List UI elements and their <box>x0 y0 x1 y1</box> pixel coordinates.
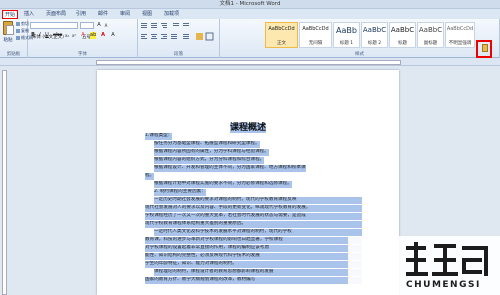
style-preview: AaBbCcDd <box>446 26 474 32</box>
watermark-logo: CHUMENGSI <box>348 236 500 295</box>
doc-line: 根据课程设计、开发和管理的主体不同，分为国家课程、地方课程和校本课 <box>154 165 306 172</box>
doc-line: 程。 <box>145 173 155 180</box>
shrink-font-icon[interactable]: A <box>103 22 109 29</box>
align-left-icon[interactable] <box>141 34 147 39</box>
char-shading-icon[interactable]: A <box>110 32 116 39</box>
doc-line: 2. 制约课程的主要因素： <box>154 189 206 196</box>
strikethrough-icon[interactable]: abc <box>53 32 62 39</box>
style-name: 正文 <box>277 41 286 46</box>
doc-line: 现代社会发展对人的要求以及内容、手段的更新变化，纵观现代学校教育的发展， <box>145 205 362 212</box>
document-title: 课程概述 <box>97 120 399 133</box>
font-color-icon[interactable]: A <box>100 32 106 39</box>
increase-indent-icon[interactable] <box>183 23 189 26</box>
subscript-icon[interactable]: x₂ <box>64 32 70 39</box>
doc-line: 按任务分为基础型课程、拓展型课程和研究型课程。 <box>154 141 260 148</box>
doc-line: 能性、知识结构的完整性，必须反映现代科学技术的发展 <box>145 253 362 260</box>
style-heading-2[interactable]: AaBbC 标题 2 <box>361 22 388 48</box>
tab-references[interactable]: 引用 <box>74 10 88 19</box>
brush-icon <box>16 36 20 40</box>
doc-line: 一定历史时期社会发展的要求对课程的制约，现代的学校教育课程反映 <box>154 197 362 204</box>
style-name: 不明显强调 <box>448 41 472 46</box>
style-name: 无间隔 <box>308 41 323 46</box>
tab-review[interactable]: 审阅 <box>118 10 132 19</box>
center-icon[interactable] <box>151 34 157 39</box>
doc-line: 国家的教育方针、教学大纲规划课程的改革，教材编写 <box>145 277 362 284</box>
style-preview: AaBbCcDd <box>302 26 329 32</box>
title-bar: 文档1 - Microsoft Word <box>0 0 500 9</box>
paper-icon <box>6 25 14 35</box>
font-name-box[interactable]: 宋体 (中文正文) <box>30 22 78 40</box>
justify-icon[interactable] <box>171 34 177 39</box>
style-name: 副标题 <box>423 41 438 46</box>
style-title[interactable]: AaBbC 标题 <box>389 22 416 48</box>
decrease-indent-icon[interactable] <box>173 23 179 26</box>
text-effects-icon[interactable]: A <box>80 32 86 39</box>
style-name: 标题 <box>398 41 407 46</box>
bold-icon[interactable]: B <box>30 32 36 39</box>
paragraph-tools <box>141 23 214 41</box>
horizontal-ruler[interactable] <box>96 60 401 65</box>
highlight-icon[interactable]: ab <box>90 32 96 39</box>
scissors-icon <box>16 22 20 26</box>
doc-line: 根据课程计划中对课程实施的要求不同，分为必修课程和选修课程。 <box>154 181 292 188</box>
style-name: 标题 2 <box>367 41 382 46</box>
bullets-icon[interactable] <box>141 23 147 28</box>
paste-label: 粘贴 <box>3 38 13 43</box>
borders-icon[interactable] <box>205 32 214 41</box>
change-styles-icon <box>482 44 488 52</box>
vertical-ruler[interactable] <box>2 70 7 295</box>
style-preview: AaBbCcDd <box>268 26 295 32</box>
ribbon-tabs: 开始 插入 页面布局 引用 邮件 审阅 视图 加载项 <box>0 9 500 19</box>
brand-logo-icon <box>406 242 488 276</box>
style-normal[interactable]: AaBbCcDd 正文 <box>265 22 298 48</box>
watermark-brand-text: CHUMENGSI <box>406 280 481 290</box>
tab-page-layout[interactable]: 页面布局 <box>44 10 68 19</box>
tab-mailings[interactable]: 邮件 <box>96 10 110 19</box>
shading-icon[interactable] <box>196 33 203 40</box>
style-name: 标题 1 <box>339 41 354 46</box>
doc-line: 学校课程经历了一次又一次的重大变革，若社会时代发展的状态与需要，是造成 <box>145 213 362 220</box>
doc-line: 对学校课程的设置起着非常直接的作用，课程的编制应该考虑 <box>145 245 362 252</box>
superscript-icon[interactable]: x² <box>71 32 77 39</box>
doc-line: 根据课程内容所固有的属性，分为学科课程与经验课程。 <box>154 149 269 156</box>
tab-home[interactable]: 开始 <box>2 10 19 19</box>
styles-group-label: 样式 <box>355 52 364 57</box>
style-heading-1[interactable]: AaBb 标题 1 <box>333 22 360 48</box>
underline-icon[interactable]: U <box>44 32 50 39</box>
paragraph-group-label: 段落 <box>174 52 183 57</box>
grow-font-icon[interactable]: A <box>96 22 102 29</box>
copy-icon <box>16 29 20 33</box>
style-subtitle[interactable]: AaBbC 副标题 <box>417 22 444 48</box>
document-title-text: 课程概述 <box>229 123 266 133</box>
doc-line: 1.课程类型： <box>145 133 173 140</box>
doc-line: 根据课程内容的组织方式，分为分科课程和综合课程。 <box>154 157 265 164</box>
doc-line: 现代学校教育课程体系结构重大差别的重要原因。 <box>145 221 362 228</box>
tab-insert[interactable]: 插入 <box>22 10 36 19</box>
italic-icon[interactable]: I <box>37 32 43 39</box>
change-styles-button[interactable] <box>476 40 492 58</box>
numbering-icon[interactable] <box>151 23 157 28</box>
style-preview: AaBbC <box>362 26 387 34</box>
window-title: 文档1 - Microsoft Word <box>219 1 281 7</box>
multilevel-list-icon[interactable] <box>161 23 167 28</box>
style-subtle-emphasis[interactable]: AaBbCcDd 不明显强调 <box>445 22 475 48</box>
doc-line: 课程理论的制约，课程设计者的教育思想都影响课程的发展 <box>154 269 362 276</box>
tab-view[interactable]: 视图 <box>140 10 154 19</box>
doc-line: 教育课，科技的进步与革新对学校课程的影响也日趋显著，学校课程 <box>145 237 362 244</box>
style-preview: AaBb <box>336 26 357 35</box>
doc-line: 学生的年龄特征，知识、能力对课程的制约。 <box>145 261 362 268</box>
clipboard-group: 粘贴 剪切 复制 格式刷 剪贴板 <box>0 19 33 58</box>
doc-line: 一定时代人类文化及科学技术的发展水平对课程的制约，现代的学校 <box>154 229 362 236</box>
tab-add-ins[interactable]: 加载项 <box>162 10 181 19</box>
font-size-box[interactable]: 五号 <box>80 22 94 40</box>
paste-button[interactable]: 粘贴 <box>2 21 14 43</box>
style-preview: AaBbC <box>418 26 443 34</box>
line-spacing-icon[interactable] <box>183 34 189 39</box>
style-no-spacing[interactable]: AaBbCcDd 无间隔 <box>299 22 332 48</box>
font-group-label: 字体 <box>78 52 87 57</box>
clipboard-group-label: 剪贴板 <box>6 52 21 57</box>
style-preview: AaBbC <box>390 26 415 34</box>
align-right-icon[interactable] <box>161 34 167 39</box>
